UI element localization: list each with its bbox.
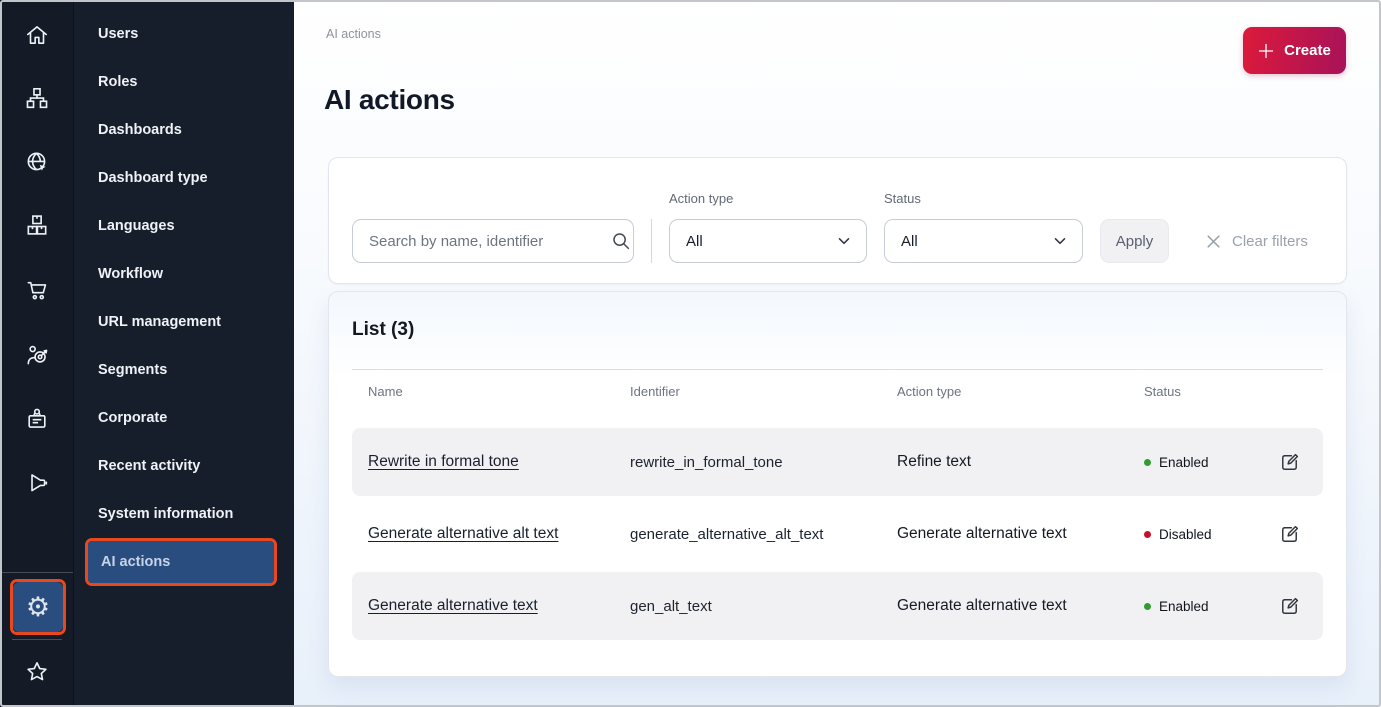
close-icon (1205, 233, 1222, 250)
sidebar-item-ai-actions[interactable]: AI actions (88, 541, 274, 583)
column-header-status: Status (1144, 384, 1279, 399)
filter-panel: Action type All Status All Apply Clear (328, 157, 1347, 284)
sidebar-item-segments[interactable]: Segments (74, 346, 295, 394)
megaphone-icon[interactable] (23, 469, 50, 496)
column-header-identifier: Identifier (630, 384, 897, 399)
status-dot (1144, 531, 1151, 538)
breadcrumb: AI actions (326, 27, 381, 41)
row-name-link[interactable]: Generate alternative text (368, 597, 538, 614)
status-text: Enabled (1159, 455, 1209, 470)
page-title: AI actions (324, 84, 455, 116)
status-value: All (901, 233, 918, 250)
status-text: Disabled (1159, 527, 1212, 542)
sidebar-item-recent-activity[interactable]: Recent activity (74, 442, 295, 490)
status-select[interactable]: All (884, 219, 1083, 263)
globe-icon[interactable] (23, 148, 50, 175)
status-badge: Enabled (1144, 599, 1279, 614)
table-row: Rewrite in formal tone rewrite_in_formal… (352, 428, 1323, 496)
list-title: List (3) (352, 319, 414, 341)
apply-button[interactable]: Apply (1100, 219, 1169, 263)
create-button-label: Create (1284, 42, 1331, 59)
row-action-type: Generate alternative text (897, 597, 1144, 615)
row-name-link[interactable]: Generate alternative alt text (368, 525, 558, 542)
row-identifier: gen_alt_text (630, 598, 897, 615)
row-name-link[interactable]: Rewrite in formal tone (368, 453, 519, 470)
sidebar-item-url-management[interactable]: URL management (74, 298, 295, 346)
highlight-annotation: AI actions (85, 538, 277, 586)
status-text: Enabled (1159, 599, 1209, 614)
plus-icon (1258, 43, 1274, 59)
list-divider (352, 369, 1323, 370)
settings-icon[interactable]: ⚙ (13, 582, 63, 632)
status-badge: Enabled (1144, 455, 1279, 470)
favorites-icon[interactable] (23, 658, 50, 685)
sidebar-item-dashboards[interactable]: Dashboards (74, 106, 295, 154)
packages-icon[interactable] (23, 211, 50, 238)
row-action-type: Refine text (897, 453, 1144, 471)
status-badge: Disabled (1144, 527, 1279, 542)
sidebar-item-languages[interactable]: Languages (74, 202, 295, 250)
clear-filters-label: Clear filters (1232, 233, 1308, 250)
icon-rail: ⚙ (0, 0, 73, 707)
hierarchy-icon[interactable] (23, 84, 50, 111)
chevron-down-icon (836, 233, 852, 249)
create-button[interactable]: Create (1243, 27, 1346, 74)
action-type-select[interactable]: All (669, 219, 867, 263)
goal-icon[interactable] (23, 341, 50, 368)
cart-icon[interactable] (23, 276, 50, 303)
edit-icon[interactable] (1279, 524, 1300, 545)
main-content: AI actions Create AI actions Action type… (294, 0, 1381, 707)
edit-icon[interactable] (1279, 452, 1300, 473)
table-row: Generate alternative text gen_alt_text G… (352, 572, 1323, 640)
row-action-type: Generate alternative text (897, 525, 1144, 543)
search-icon[interactable] (611, 231, 631, 251)
action-type-value: All (686, 233, 703, 250)
home-icon[interactable] (23, 21, 50, 48)
status-dot (1144, 459, 1151, 466)
sidebar-item-dashboard-type[interactable]: Dashboard type (74, 154, 295, 202)
rail-divider (12, 639, 62, 640)
settings-menu: Users Roles Dashboards Dashboard type La… (73, 0, 294, 707)
highlight-annotation: ⚙ (10, 579, 66, 635)
table-row: Generate alternative alt text generate_a… (352, 500, 1323, 568)
sidebar-item-corporate[interactable]: Corporate (74, 394, 295, 442)
table-header: Name Identifier Action type Status (352, 380, 1323, 402)
app-window: ⚙ Users Roles Dashboards Dashboard type … (0, 0, 1381, 707)
column-header-action-type: Action type (897, 384, 1144, 399)
edit-icon[interactable] (1279, 596, 1300, 617)
list-panel: List (3) Name Identifier Action type Sta… (328, 291, 1347, 677)
row-identifier: generate_alternative_alt_text (630, 526, 897, 543)
action-type-label: Action type (669, 191, 733, 206)
sidebar-item-users[interactable]: Users (74, 10, 295, 58)
filter-divider (651, 219, 652, 263)
chevron-down-icon (1052, 233, 1068, 249)
clear-filters-button[interactable]: Clear filters (1205, 219, 1308, 263)
sidebar-item-system-information[interactable]: System information (74, 490, 295, 538)
sidebar-item-roles[interactable]: Roles (74, 58, 295, 106)
table-body: Rewrite in formal tone rewrite_in_formal… (352, 428, 1323, 640)
status-label: Status (884, 191, 921, 206)
search-input[interactable] (352, 219, 634, 263)
badge-icon[interactable] (23, 405, 50, 432)
rail-divider (0, 572, 73, 573)
status-dot (1144, 603, 1151, 610)
column-header-name: Name (368, 384, 630, 399)
row-identifier: rewrite_in_formal_tone (630, 454, 897, 471)
sidebar-item-workflow[interactable]: Workflow (74, 250, 295, 298)
